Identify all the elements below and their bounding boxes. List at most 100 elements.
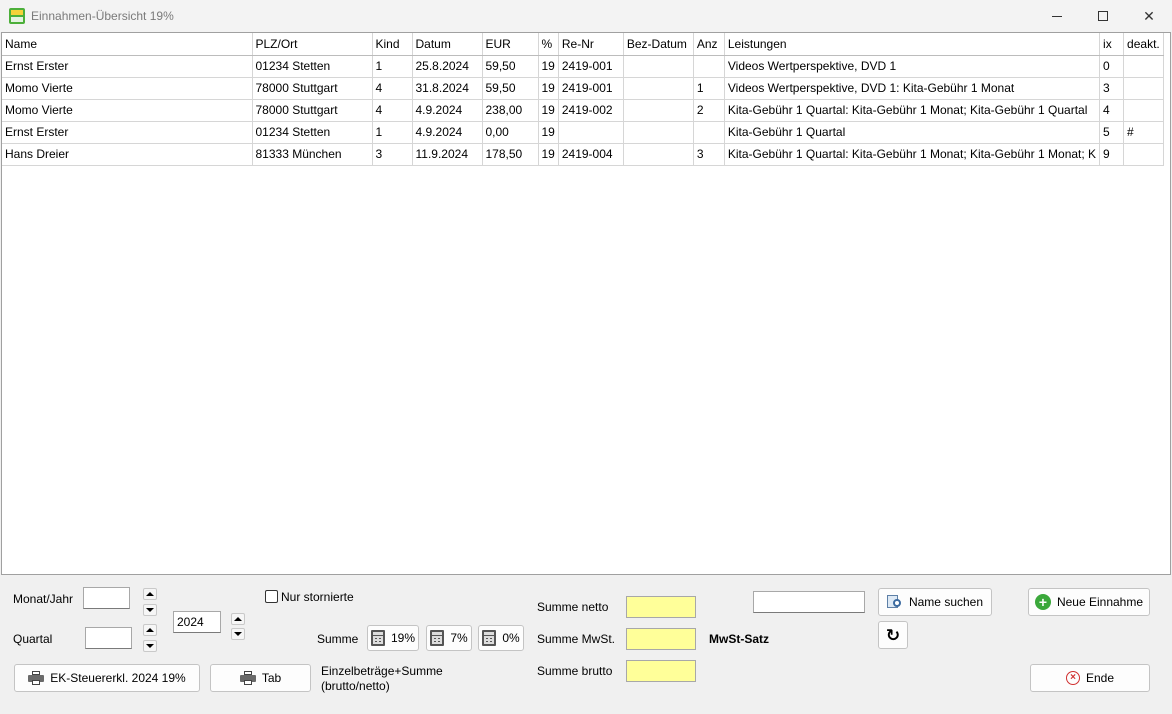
table-cell[interactable]: Kita-Gebühr 1 Quartal: Kita-Gebühr 1 Mon… <box>724 99 1101 122</box>
table-cell[interactable]: 78000 Stuttgart <box>252 99 373 122</box>
table-row[interactable]: Momo Vierte 78000 Stuttgart 4 4.9.2024 238,0… <box>2 99 1164 122</box>
table-cell[interactable]: 9 <box>1099 143 1125 166</box>
table-cell[interactable]: 178,50 <box>482 143 539 166</box>
table-cell[interactable]: 01234 Stetten <box>252 121 373 144</box>
table-row[interactable]: Ernst Erster 01234 Stetten 1 4.9.2024 0,00 19… <box>2 121 1164 144</box>
table-cell[interactable]: # <box>1123 121 1164 144</box>
table-cell[interactable]: Videos Wertperspektive, DVD 1: Kita-Gebü… <box>724 77 1101 100</box>
table-cell[interactable]: 0 <box>1099 55 1125 78</box>
table-cell[interactable]: 25.8.2024 <box>412 55 483 78</box>
column-header[interactable]: Kind <box>372 33 413 56</box>
table-cell[interactable]: 19 <box>538 99 559 122</box>
year-up-button[interactable] <box>231 613 245 625</box>
monat-up-button[interactable] <box>143 588 157 600</box>
table-cell[interactable]: 78000 Stuttgart <box>252 77 373 100</box>
table-cell[interactable]: Videos Wertperspektive, DVD 1 <box>724 55 1101 78</box>
table-cell[interactable]: Momo Vierte <box>2 77 253 100</box>
refresh-button[interactable]: ↻ <box>878 621 908 649</box>
table-cell[interactable]: 19 <box>538 143 559 166</box>
table-cell[interactable]: 4 <box>372 77 413 100</box>
ek-steuer-button[interactable]: EK-Steuererkl. 2024 19% <box>14 664 200 692</box>
column-header[interactable]: Bez-Datum <box>623 33 694 56</box>
column-header[interactable]: Re-Nr <box>558 33 624 56</box>
table-cell[interactable] <box>693 121 725 144</box>
table-cell[interactable]: 3 <box>693 143 725 166</box>
summe-7-button[interactable]: 7% <box>426 625 472 651</box>
table-cell[interactable] <box>693 55 725 78</box>
table-cell[interactable]: 59,50 <box>482 55 539 78</box>
table-cell[interactable] <box>623 99 694 122</box>
quartal-input[interactable] <box>85 627 132 649</box>
column-header[interactable]: % <box>538 33 559 56</box>
table-cell[interactable] <box>558 121 624 144</box>
column-header[interactable]: Name <box>2 33 253 56</box>
monat-input[interactable] <box>83 587 130 609</box>
table-cell[interactable]: 1 <box>693 77 725 100</box>
table-cell[interactable]: Ernst Erster <box>2 55 253 78</box>
table-cell[interactable]: 2419-002 <box>558 99 624 122</box>
table-cell[interactable]: 59,50 <box>482 77 539 100</box>
maximize-button[interactable] <box>1080 0 1126 32</box>
table-cell[interactable] <box>1123 77 1164 100</box>
quartal-down-button[interactable] <box>143 640 157 652</box>
table-cell[interactable]: 2419-004 <box>558 143 624 166</box>
table-cell[interactable] <box>623 77 694 100</box>
column-header[interactable]: Anz <box>693 33 725 56</box>
year-input[interactable]: 2024 <box>173 611 221 633</box>
table-cell[interactable]: 2 <box>693 99 725 122</box>
table-cell[interactable]: 01234 Stetten <box>252 55 373 78</box>
table-cell[interactable]: 2419-001 <box>558 77 624 100</box>
summe-0-button[interactable]: 0% <box>478 625 524 651</box>
summe-19-button[interactable]: 19% <box>367 625 419 651</box>
nur-stornierte-checkbox[interactable] <box>265 590 278 603</box>
table-cell[interactable] <box>1123 55 1164 78</box>
table-cell[interactable]: 4 <box>1099 99 1125 122</box>
table-cell[interactable] <box>623 121 694 144</box>
year-down-button[interactable] <box>231 628 245 640</box>
ende-button[interactable]: × Ende <box>1030 664 1150 692</box>
table-cell[interactable]: Hans Dreier <box>2 143 253 166</box>
table-cell[interactable]: Kita-Gebühr 1 Quartal <box>724 121 1101 144</box>
name-search-input[interactable] <box>753 591 865 613</box>
table-cell[interactable]: 81333 München <box>252 143 373 166</box>
table-cell[interactable]: 0,00 <box>482 121 539 144</box>
table-cell[interactable]: 1 <box>372 55 413 78</box>
column-header[interactable]: deakt. <box>1123 33 1164 56</box>
table-cell[interactable]: 19 <box>538 121 559 144</box>
table-cell[interactable]: 4.9.2024 <box>412 121 483 144</box>
column-header[interactable]: PLZ/Ort <box>252 33 373 56</box>
table-cell[interactable]: 5 <box>1099 121 1125 144</box>
table-cell[interactable]: 4.9.2024 <box>412 99 483 122</box>
column-header[interactable]: ix <box>1099 33 1125 56</box>
table-cell[interactable]: 238,00 <box>482 99 539 122</box>
table-cell[interactable] <box>623 143 694 166</box>
table-row[interactable]: Ernst Erster 01234 Stetten 1 25.8.2024 59,50… <box>2 55 1164 78</box>
neue-einnahme-button[interactable]: + Neue Einnahme <box>1028 588 1150 616</box>
table-cell[interactable]: 1 <box>372 121 413 144</box>
table-cell[interactable]: 3 <box>1099 77 1125 100</box>
table-cell[interactable] <box>623 55 694 78</box>
column-header[interactable]: EUR <box>482 33 539 56</box>
close-button[interactable]: ✕ <box>1126 0 1172 32</box>
table-cell[interactable]: Ernst Erster <box>2 121 253 144</box>
table-cell[interactable]: 11.9.2024 <box>412 143 483 166</box>
table-cell[interactable]: 19 <box>538 77 559 100</box>
quartal-up-button[interactable] <box>143 624 157 636</box>
name-suchen-button[interactable]: Name suchen <box>878 588 992 616</box>
column-header[interactable]: Datum <box>412 33 483 56</box>
table-row[interactable]: Momo Vierte 78000 Stuttgart 4 31.8.2024 59,5… <box>2 77 1164 100</box>
income-grid[interactable]: Name PLZ/Ort Kind Datum EUR% Re-Nr Bez-Datum An… <box>1 32 1171 575</box>
table-cell[interactable]: Momo Vierte <box>2 99 253 122</box>
table-cell[interactable]: 3 <box>372 143 413 166</box>
table-cell[interactable]: 4 <box>372 99 413 122</box>
table-cell[interactable]: 31.8.2024 <box>412 77 483 100</box>
monat-down-button[interactable] <box>143 604 157 616</box>
column-header[interactable]: Leistungen <box>724 33 1101 56</box>
table-cell[interactable] <box>1123 143 1164 166</box>
table-row[interactable]: Hans Dreier 81333 München 3 11.9.2024 178,50… <box>2 143 1164 166</box>
tab-button[interactable]: Tab <box>210 664 311 692</box>
table-cell[interactable]: 2419-001 <box>558 55 624 78</box>
minimize-button[interactable] <box>1034 0 1080 32</box>
table-cell[interactable]: Kita-Gebühr 1 Quartal: Kita-Gebühr 1 Mon… <box>724 143 1101 166</box>
table-cell[interactable]: 19 <box>538 55 559 78</box>
